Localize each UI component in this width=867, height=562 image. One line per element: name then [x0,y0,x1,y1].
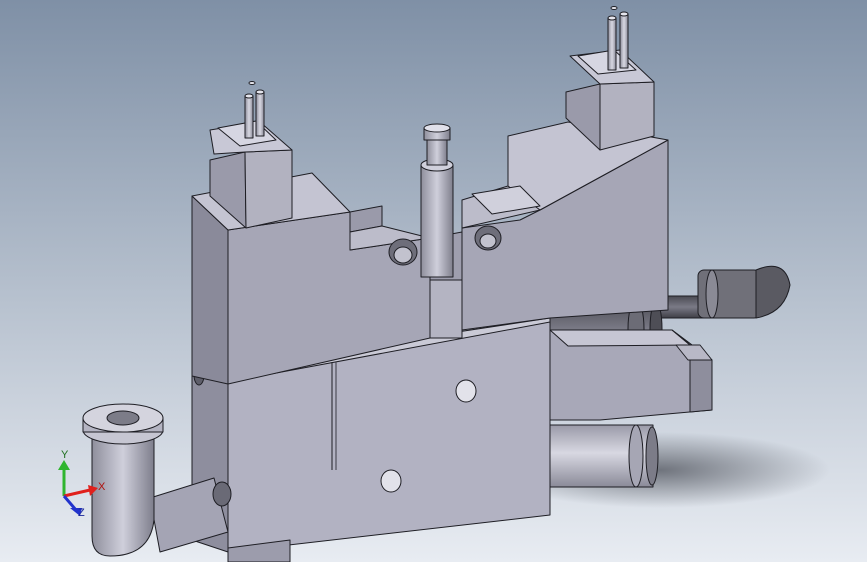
x-axis-label: X [98,481,106,493]
cad-viewport[interactable]: Y X Z [0,0,867,562]
z-axis-label: Z [78,507,85,519]
lower-cylinder [547,424,659,488]
y-axis-label: Y [61,449,69,461]
cad-canvas[interactable]: Y X Z [0,0,867,562]
right-mounting-block [549,329,713,421]
